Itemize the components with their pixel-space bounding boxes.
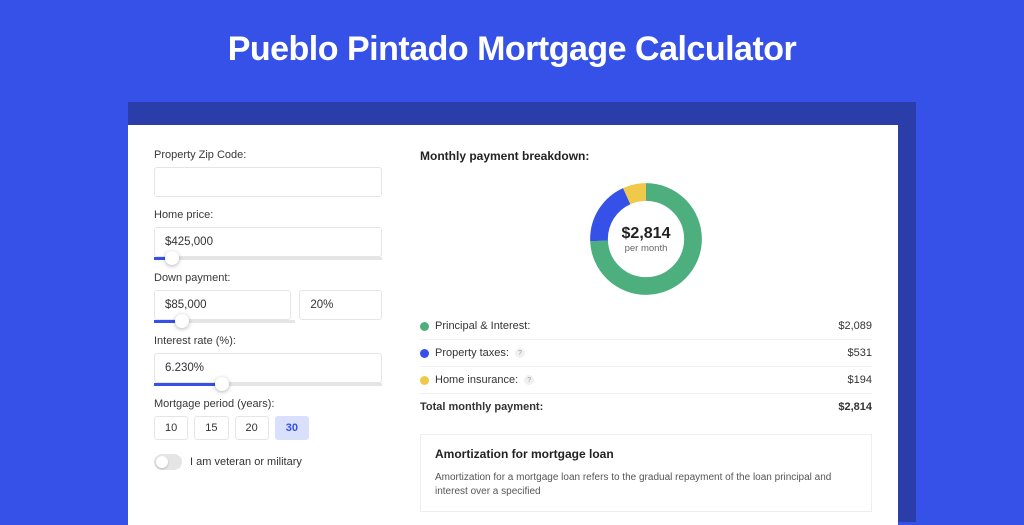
interest-group: Interest rate (%): — [154, 335, 382, 386]
breakdown-row: Property taxes:? $531 — [420, 340, 872, 367]
period-button-30[interactable]: 30 — [275, 416, 309, 440]
breakdown-item-label: Home insurance: — [435, 374, 518, 386]
breakdown-table: Principal & Interest:$2,089Property taxe… — [420, 313, 872, 420]
zip-input[interactable] — [154, 167, 382, 197]
info-icon[interactable]: ? — [524, 375, 534, 385]
breakdown-total-value: $2,814 — [775, 394, 872, 421]
breakdown-item-value: $531 — [775, 340, 872, 367]
home-price-slider[interactable] — [154, 257, 382, 260]
period-button-10[interactable]: 10 — [154, 416, 188, 440]
zip-label: Property Zip Code: — [154, 149, 382, 161]
legend-dot — [420, 322, 429, 331]
down-payment-group: Down payment: — [154, 272, 382, 323]
amortization-title: Amortization for mortgage loan — [435, 447, 857, 461]
period-button-20[interactable]: 20 — [235, 416, 269, 440]
breakdown-total-row: Total monthly payment:$2,814 — [420, 394, 872, 421]
period-group: Mortgage period (years): 1015 2030 — [154, 398, 382, 440]
donut-amount: $2,814 — [622, 225, 671, 243]
calculator-card: Property Zip Code: Home price: Down paym… — [128, 125, 898, 525]
donut-chart: $2,814 per month — [584, 177, 708, 301]
zip-group: Property Zip Code: — [154, 149, 382, 197]
period-label: Mortgage period (years): — [154, 398, 382, 410]
page-title: Pueblo Pintado Mortgage Calculator — [0, 0, 1024, 93]
donut-center: $2,814 per month — [584, 177, 708, 301]
breakdown-item-value: $194 — [775, 367, 872, 394]
home-price-group: Home price: — [154, 209, 382, 260]
veteran-toggle[interactable] — [154, 454, 182, 470]
interest-label: Interest rate (%): — [154, 335, 382, 347]
legend-dot — [420, 376, 429, 385]
down-payment-label: Down payment: — [154, 272, 382, 284]
breakdown-column: Monthly payment breakdown: $2,814 per mo… — [408, 125, 898, 525]
breakdown-item-label: Property taxes: — [435, 347, 509, 359]
breakdown-item-label: Principal & Interest: — [435, 320, 530, 332]
period-buttons: 1015 2030 — [154, 416, 382, 440]
donut-chart-area: $2,814 per month — [420, 169, 872, 313]
veteran-label: I am veteran or military — [190, 456, 302, 468]
donut-sub: per month — [625, 243, 668, 254]
amortization-box: Amortization for mortgage loan Amortizat… — [420, 434, 872, 512]
interest-slider[interactable] — [154, 383, 382, 386]
breakdown-row: Home insurance:? $194 — [420, 367, 872, 394]
home-price-input[interactable] — [154, 227, 382, 257]
form-column: Property Zip Code: Home price: Down paym… — [128, 125, 408, 525]
legend-dot — [420, 349, 429, 358]
veteran-row: I am veteran or military — [154, 454, 382, 470]
down-payment-percent-input[interactable] — [299, 290, 382, 320]
home-price-label: Home price: — [154, 209, 382, 221]
breakdown-row: Principal & Interest: $2,089 — [420, 313, 872, 340]
info-icon[interactable]: ? — [515, 348, 525, 358]
breakdown-total-label: Total monthly payment: — [420, 394, 775, 421]
breakdown-title: Monthly payment breakdown: — [420, 149, 872, 163]
interest-input[interactable] — [154, 353, 382, 383]
breakdown-item-value: $2,089 — [775, 313, 872, 340]
period-button-15[interactable]: 15 — [194, 416, 228, 440]
down-payment-amount-input[interactable] — [154, 290, 291, 320]
amortization-text: Amortization for a mortgage loan refers … — [435, 471, 857, 499]
down-payment-slider[interactable] — [154, 320, 295, 323]
